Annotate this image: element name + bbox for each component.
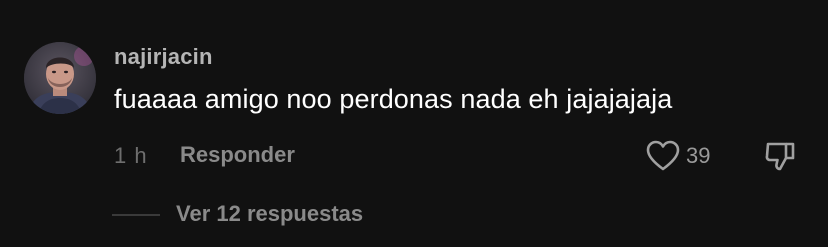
- view-replies-button[interactable]: Ver 12 respuestas: [176, 201, 363, 227]
- avatar[interactable]: [24, 42, 96, 114]
- heart-outline-icon: [646, 140, 680, 171]
- username[interactable]: najirjacin: [114, 44, 213, 70]
- replies-divider: [112, 214, 160, 216]
- thumbs-down-icon: [765, 142, 795, 171]
- comment-item: najirjacin fuaaaa amigo noo perdonas nad…: [0, 0, 828, 247]
- avatar-image: [24, 42, 96, 114]
- like-count: 39: [686, 143, 711, 168]
- timestamp: 1 h: [114, 143, 148, 168]
- reply-button[interactable]: Responder: [180, 142, 295, 168]
- dislike-button[interactable]: [762, 138, 798, 174]
- comment-text: fuaaaa amigo noo perdonas nada eh jajaja…: [114, 84, 673, 114]
- like-button[interactable]: 39: [646, 138, 710, 174]
